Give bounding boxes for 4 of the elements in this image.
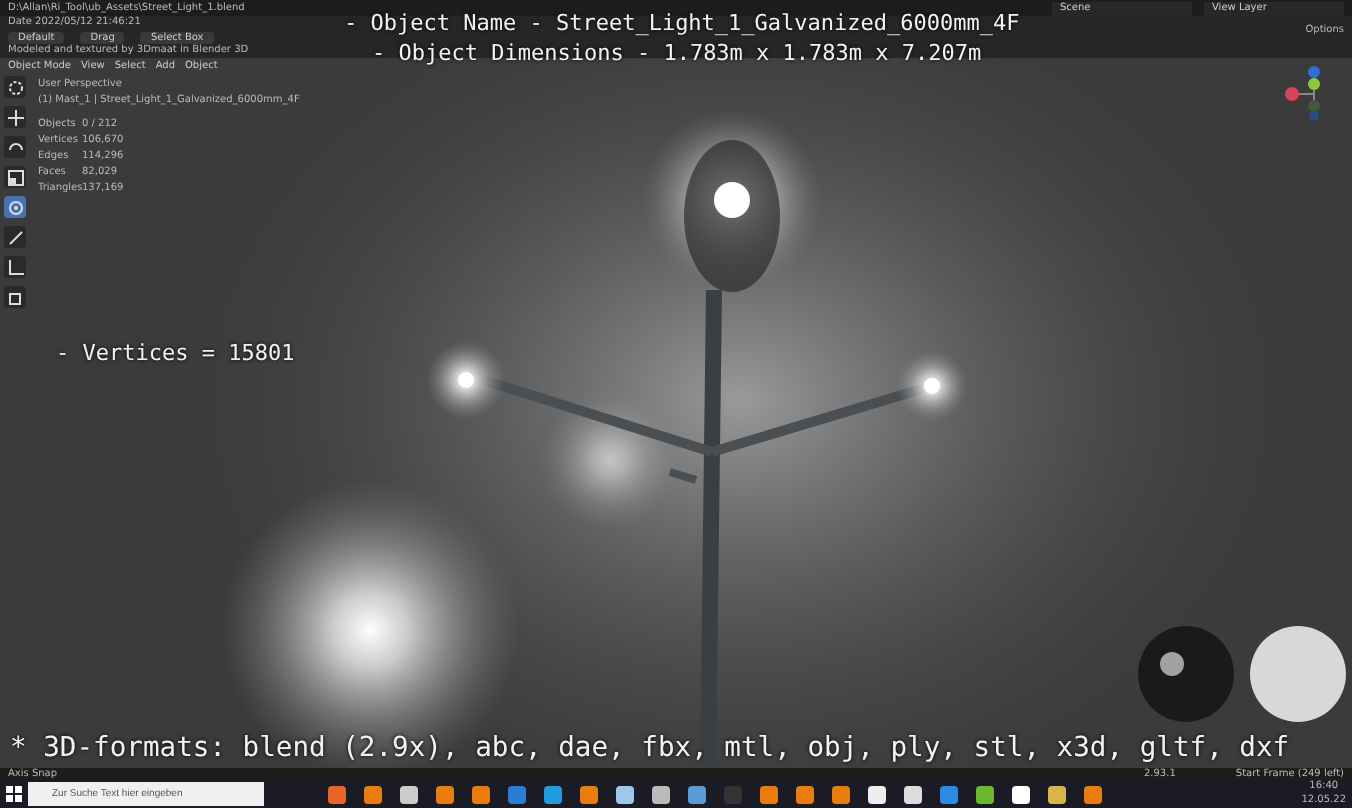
object-name-text: - Object Name - Street_Light_1_Galvanized_6000mm_4F	[344, 10, 1020, 36]
dimensions-text: - Object Dimensions - 1.783m x 1.783m x 7.207m	[372, 40, 982, 66]
formats-caption: * 3D-formats: blend (2.9x), abc, dae, fbx, mtl, obj, ply, stl, x3d, gltf, dxf	[10, 732, 1290, 764]
vertices-text: - Vertices = 15801	[56, 340, 295, 366]
